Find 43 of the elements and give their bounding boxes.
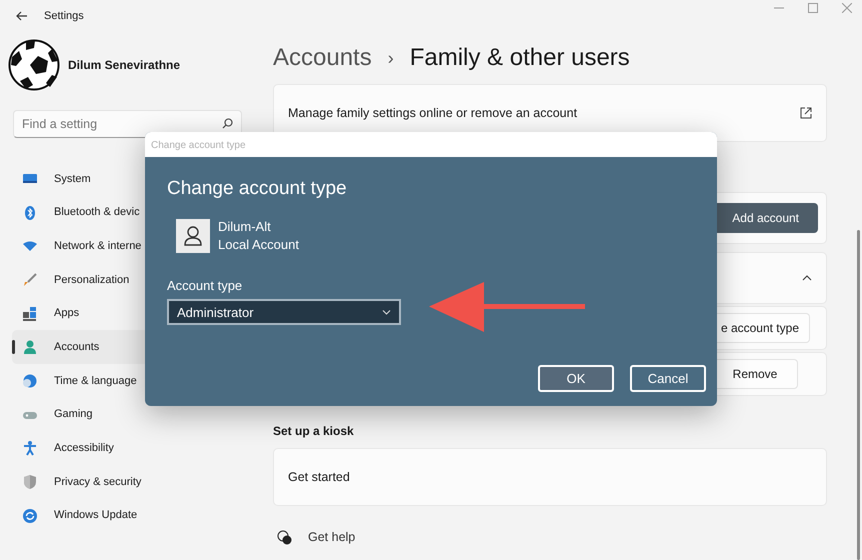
nav-item[interactable]: Privacy & security [12, 465, 243, 499]
dialog-heading: Change account type [167, 177, 348, 201]
chevron-up-icon[interactable] [802, 275, 812, 281]
apps-icon [22, 306, 38, 322]
nav-item[interactable]: Windows Update [12, 498, 243, 533]
account-name: Dilum-Alt [218, 218, 272, 236]
card-text: Manage family settings online or remove an account [288, 104, 578, 122]
chevron-down-icon [382, 310, 391, 315]
dialog-title: Change account type [145, 132, 717, 157]
user-avatar-icon [176, 218, 210, 253]
accessibility-icon [22, 440, 38, 456]
section-heading: Set up a kiosk [273, 423, 355, 440]
back-arrow-icon[interactable] [16, 11, 28, 22]
selection-indicator [12, 340, 15, 354]
settings-card[interactable]: Get started [273, 448, 827, 506]
search-field[interactable]: Find a setting [13, 110, 242, 138]
card-text: Get started [288, 468, 350, 486]
globe-clock-icon [22, 372, 38, 389]
bluetooth-icon [22, 204, 38, 221]
window-title: Settings [44, 8, 84, 24]
soccer-ball-icon [8, 39, 60, 91]
breadcrumb-link[interactable]: Accounts [273, 40, 372, 76]
external-link-icon [800, 107, 812, 119]
nav-item[interactable]: Accessibility [12, 432, 243, 466]
maximize-icon[interactable] [808, 3, 818, 13]
help-link[interactable]: Get help [308, 528, 356, 547]
account-type: Local Account [218, 236, 299, 254]
close-icon[interactable] [842, 3, 852, 13]
page-title: Family & other users [410, 43, 630, 73]
user-name: Dilum Senevirathne [68, 57, 180, 74]
person-icon [22, 339, 38, 356]
shield-icon [22, 474, 38, 490]
breadcrumb-separator: › [388, 46, 394, 70]
nav-item[interactable]: Time & language [12, 364, 243, 398]
brush-icon [22, 272, 38, 288]
dialog-button[interactable]: OK [538, 365, 614, 392]
account-type-dropdown[interactable]: Administrator [167, 299, 401, 326]
nav-item[interactable]: Gaming [12, 398, 243, 432]
scroll-bar[interactable] [857, 230, 860, 560]
field-label: Account type [167, 276, 244, 295]
dialog-button[interactable]: Cancel [630, 365, 706, 392]
search-icon [222, 118, 233, 129]
refresh-icon [22, 508, 38, 524]
